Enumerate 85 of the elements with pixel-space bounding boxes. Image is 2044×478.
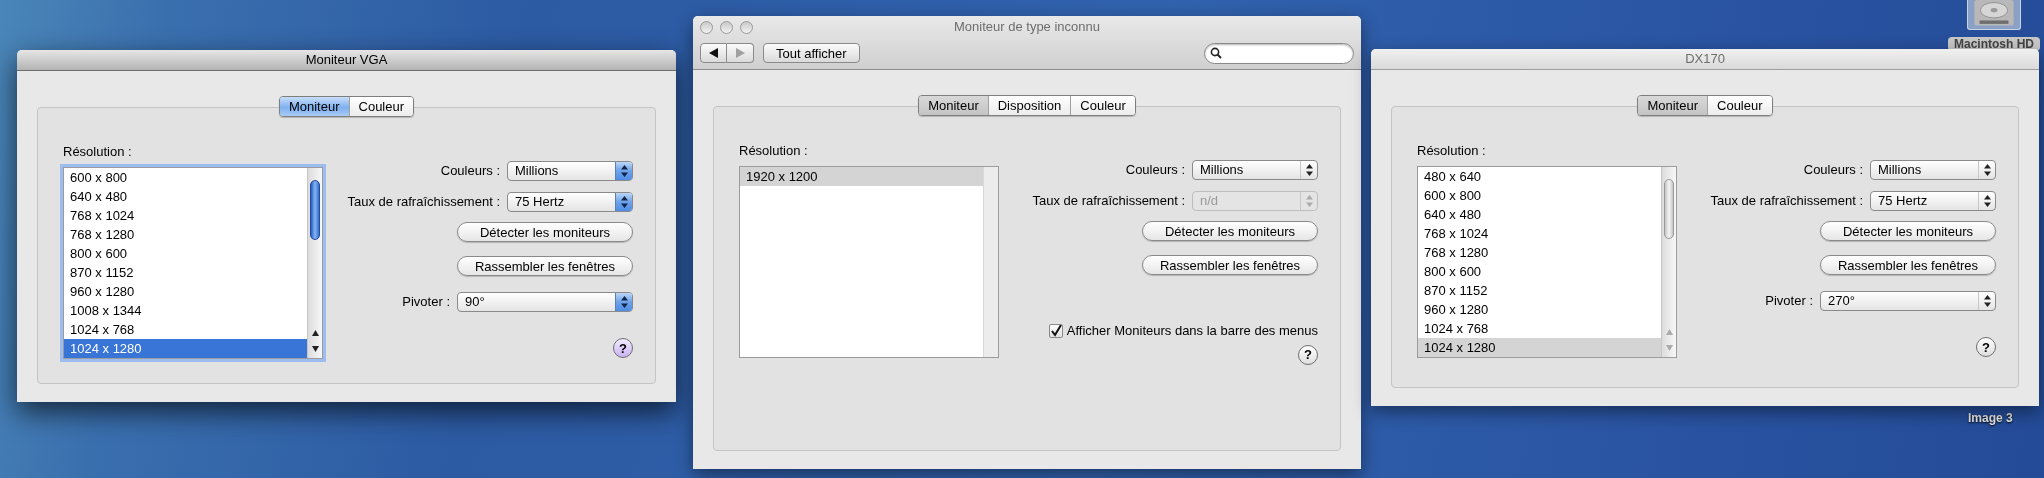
window-title: Moniteur de type inconnu <box>954 18 1100 37</box>
resolution-label: Résolution : <box>1417 142 1487 160</box>
resolution-item[interactable]: 870 x 1152 <box>64 262 307 282</box>
resolution-item[interactable]: 768 x 1024 <box>64 205 307 225</box>
resolution-item[interactable]: 960 x 1280 <box>1418 299 1661 319</box>
tab[interactable]: Moniteur <box>279 97 349 116</box>
checkbox-label: Afficher Moniteurs dans la barre des menus <box>1066 322 1318 340</box>
stepper-arrows-icon <box>1305 195 1313 207</box>
window-title: DX170 <box>1685 50 1725 69</box>
push-button[interactable]: Détecter les moniteurs <box>457 222 633 242</box>
resolution-item[interactable]: 1024 x 1280 <box>1418 337 1661 357</box>
resolution-list[interactable]: 600 x 800 640 x 480 768 x 1024 768 x 1280 800 x 600 870 x 1152 960 x 1280 1008 x 1344 1024 x 768 1024 x 1280 <box>63 166 323 359</box>
tab[interactable]: Couleur <box>348 97 414 116</box>
resolution-item[interactable]: 768 x 1024 <box>1418 223 1661 243</box>
tab[interactable]: Couleur <box>1070 96 1135 115</box>
setting-label: Couleurs : <box>1125 161 1185 180</box>
stepper-arrows-icon <box>620 196 628 208</box>
scrollbar-thumb[interactable] <box>1664 178 1674 239</box>
close-button[interactable] <box>700 20 713 34</box>
resolution-item[interactable]: 800 x 600 <box>1418 261 1661 281</box>
tab[interactable]: Moniteur <box>919 96 988 115</box>
resolution-item[interactable]: 800 x 600 <box>64 243 307 263</box>
popup-menu[interactable]: 90° <box>457 292 633 312</box>
popup-menu[interactable]: Millions <box>1192 160 1318 180</box>
tab[interactable]: Moniteur <box>1638 96 1707 115</box>
resolution-item[interactable]: 960 x 1280 <box>64 281 307 301</box>
tab[interactable]: Disposition <box>987 96 1071 115</box>
resolution-item[interactable]: 870 x 1152 <box>1418 280 1661 300</box>
right-triangle-icon <box>735 48 745 58</box>
setting-label: Taux de rafraîchissement : <box>1032 192 1185 211</box>
stepper-arrows-icon <box>1305 164 1313 176</box>
resolution-item[interactable]: 480 x 640 <box>1418 166 1661 186</box>
scrollbar[interactable] <box>1661 166 1676 357</box>
resolution-item[interactable]: 1024 x 768 <box>1418 318 1661 338</box>
popup-menu[interactable]: Millions <box>1870 160 1996 180</box>
popup-menu[interactable]: 75 Hertz <box>1870 191 1996 211</box>
resolution-list[interactable]: 480 x 640 600 x 800 640 x 480 768 x 1024 768 x 1280 800 x 600 870 x 1152 960 x 1280 1024 x 768 1024 x 1280 <box>1417 165 1677 358</box>
resolution-item[interactable]: 1024 x 1280 <box>64 338 307 358</box>
resolution-item[interactable]: 640 x 480 <box>1418 204 1661 224</box>
resolution-item[interactable]: 768 x 1280 <box>64 224 307 244</box>
stepper-arrows-icon <box>1983 164 1991 176</box>
desktop-icon-label[interactable]: Image 3 <box>1962 411 2019 425</box>
stepper-arrows-icon <box>620 296 628 308</box>
zoom-button[interactable] <box>740 20 753 34</box>
resolution-label: Résolution : <box>739 142 809 160</box>
back-button[interactable] <box>700 43 727 63</box>
checkbox[interactable] <box>1048 323 1063 338</box>
resolution-item[interactable]: 640 x 480 <box>64 186 307 206</box>
setting-label: Taux de rafraîchissement : <box>1710 192 1863 211</box>
resolution-item[interactable]: 600 x 800 <box>1418 185 1661 205</box>
show-all-button[interactable]: Tout afficher <box>763 43 860 63</box>
push-button[interactable]: Détecter les moniteurs <box>1142 221 1318 241</box>
popup-menu[interactable]: 75 Hertz <box>507 192 633 212</box>
resolution-item[interactable]: 1920 x 1200 <box>740 166 983 186</box>
setting-label: Taux de rafraîchissement : <box>347 193 500 212</box>
stepper-arrows-icon <box>1983 295 1991 307</box>
popup-menu[interactable]: Millions <box>507 161 633 181</box>
scrollbar[interactable] <box>307 167 322 358</box>
resolution-list[interactable]: 1920 x 1200 <box>739 165 999 358</box>
setting-label: Pivoter : <box>402 293 450 312</box>
help-button[interactable]: ? <box>1976 337 1996 357</box>
window-title: Moniteur VGA <box>305 51 388 70</box>
scrollbar-thumb[interactable] <box>310 179 320 240</box>
search-field[interactable] <box>1204 42 1354 64</box>
push-button[interactable]: Rassembler les fenêtres <box>1820 255 1996 275</box>
push-button[interactable]: Rassembler les fenêtres <box>1142 255 1318 275</box>
resolution-item[interactable]: 768 x 1280 <box>1418 242 1661 262</box>
tab[interactable]: Couleur <box>1707 96 1772 115</box>
resolution-item[interactable]: 1024 x 768 <box>64 319 307 339</box>
help-button[interactable]: ? <box>613 338 633 358</box>
popup-menu[interactable]: 270° <box>1820 291 1996 311</box>
left-triangle-icon <box>709 48 718 58</box>
resolution-label: Résolution : <box>63 143 133 161</box>
stepper-arrows-icon <box>620 165 628 177</box>
minimize-button[interactable] <box>720 20 733 34</box>
resolution-item[interactable]: 1008 x 1344 <box>64 300 307 320</box>
resolution-item[interactable]: 600 x 800 <box>64 167 307 187</box>
stepper-arrows-icon <box>1983 195 1991 207</box>
help-button[interactable]: ? <box>1298 344 1318 365</box>
setting-label: Couleurs : <box>440 162 500 181</box>
setting-label: Couleurs : <box>1803 161 1863 180</box>
search-icon <box>1210 47 1222 59</box>
setting-label: Pivoter : <box>1765 292 1813 311</box>
push-button[interactable]: Rassembler les fenêtres <box>457 256 633 276</box>
push-button[interactable]: Détecter les moniteurs <box>1820 221 1996 241</box>
